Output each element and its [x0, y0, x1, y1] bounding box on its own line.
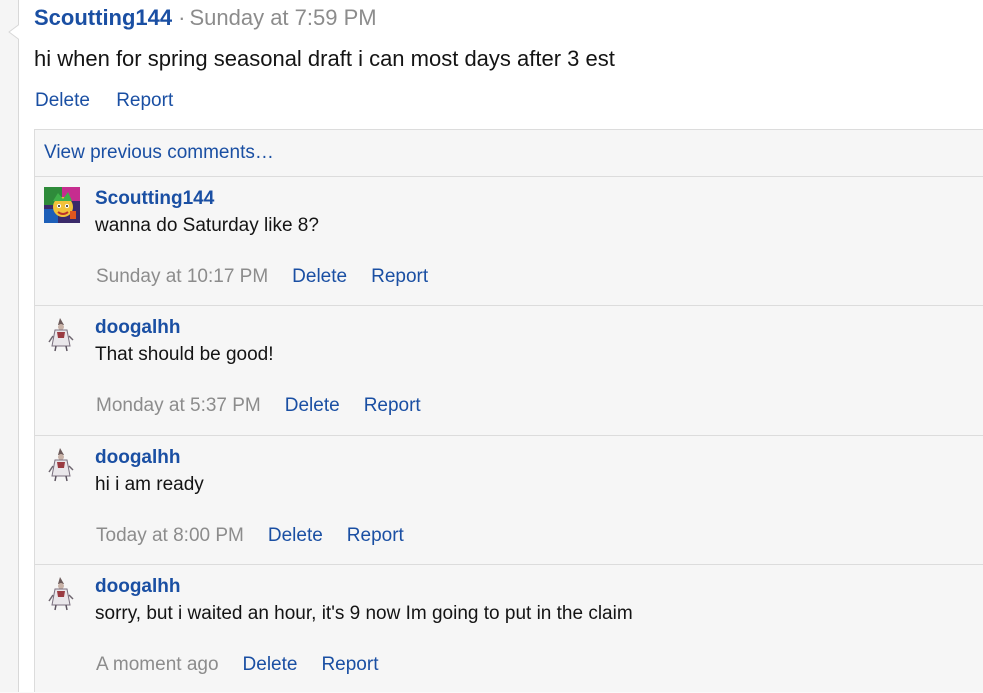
post-delete-link[interactable]: Delete [35, 90, 90, 111]
robed-figure-avatar-icon[interactable] [44, 575, 80, 611]
robed-figure-avatar-icon[interactable] [44, 446, 80, 482]
view-previous-comments-link[interactable]: View previous comments… [44, 142, 274, 164]
post-author-link[interactable]: Scoutting144 [34, 5, 172, 30]
comment-report-link[interactable]: Report [347, 525, 404, 546]
post-body: hi when for spring seasonal draft i can … [34, 46, 615, 71]
post-header: Scoutting144 · Sunday at 7:59 PM [34, 5, 377, 31]
comment-meta: Monday at 5:37 PM Delete Report [96, 395, 445, 417]
post-separator: · [178, 5, 186, 30]
comment-author-link[interactable]: doogalhh [95, 317, 180, 339]
comment-timestamp[interactable]: Today at 8:00 PM [96, 525, 244, 546]
comment-author-link[interactable]: Scoutting144 [95, 188, 214, 210]
comment-item: doogalhh hi i am ready Today at 8:00 PM D… [35, 435, 983, 564]
comment-item: Scoutting144 wanna do Saturday like 8? S… [35, 176, 983, 305]
comment-text: That should be good! [95, 344, 274, 365]
colorful-character-avatar-icon[interactable] [44, 187, 80, 223]
comment-delete-link[interactable]: Delete [285, 395, 340, 416]
post-timestamp[interactable]: Sunday at 7:59 PM [189, 5, 376, 30]
comment-report-link[interactable]: Report [371, 266, 428, 287]
comment-text: sorry, but i waited an hour, it's 9 now … [95, 603, 633, 624]
comment-text: hi i am ready [95, 474, 204, 495]
comment-timestamp[interactable]: A moment ago [96, 654, 219, 675]
post-report-link[interactable]: Report [116, 90, 173, 111]
comment-timestamp[interactable]: Sunday at 10:17 PM [96, 266, 268, 287]
comment-report-link[interactable]: Report [321, 654, 378, 675]
comment-meta: Sunday at 10:17 PM Delete Report [96, 266, 452, 288]
post-actions: Delete Report [35, 90, 194, 112]
left-gutter [0, 0, 19, 692]
comment-meta: A moment ago Delete Report [96, 654, 402, 676]
comment-delete-link[interactable]: Delete [292, 266, 347, 287]
comment-meta: Today at 8:00 PM Delete Report [96, 525, 428, 547]
comment-delete-link[interactable]: Delete [243, 654, 298, 675]
comment-delete-link[interactable]: Delete [268, 525, 323, 546]
comment-text: wanna do Saturday like 8? [95, 215, 319, 236]
comment-item: doogalhh That should be good! Monday at … [35, 305, 983, 435]
comment-report-link[interactable]: Report [364, 395, 421, 416]
comment-item: doogalhh sorry, but i waited an hour, it… [35, 564, 983, 693]
comment-timestamp[interactable]: Monday at 5:37 PM [96, 395, 261, 416]
robed-figure-avatar-icon[interactable] [44, 316, 80, 352]
message-post: Scoutting144 · Sunday at 7:59 PM hi when f… [19, 0, 983, 692]
comment-author-link[interactable]: doogalhh [95, 447, 180, 469]
comments-panel: View previous comments… Scoutting144 wan… [34, 129, 983, 692]
comment-author-link[interactable]: doogalhh [95, 576, 180, 598]
